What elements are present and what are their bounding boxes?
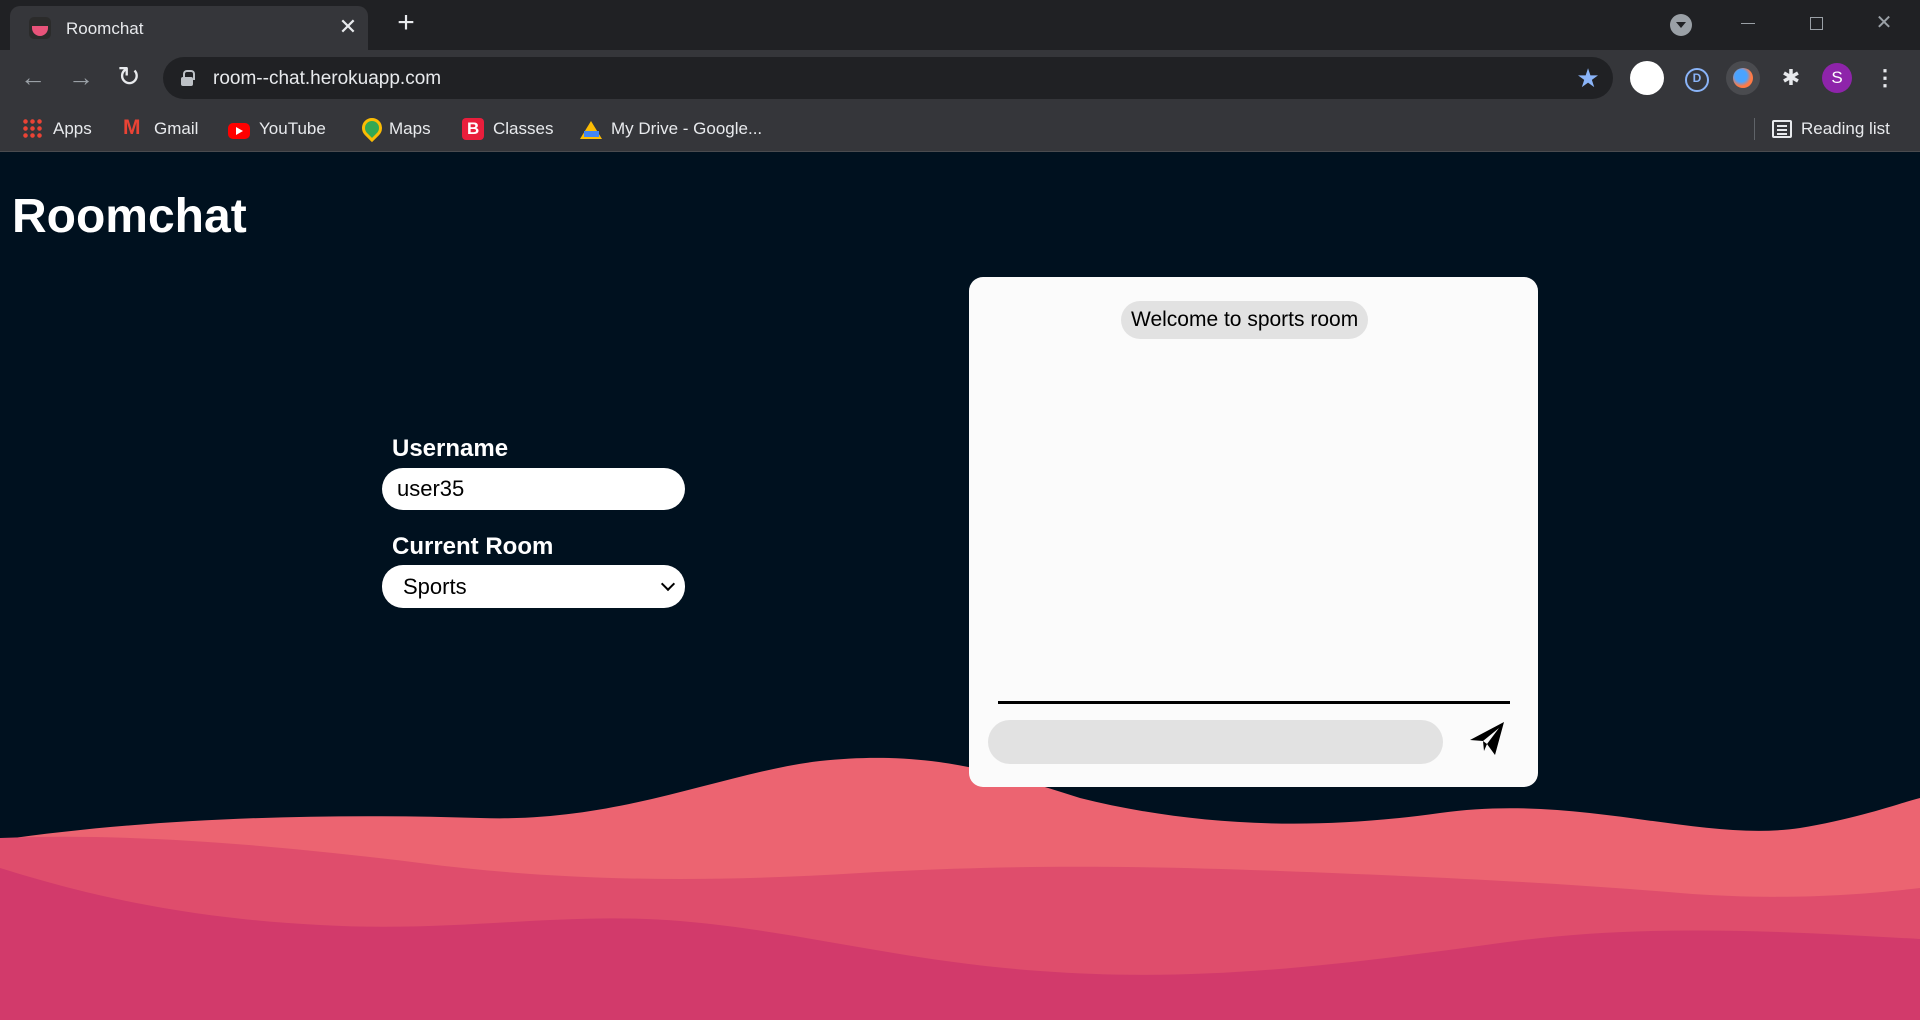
maps-pin-icon (358, 118, 380, 140)
reading-list-icon (1772, 120, 1792, 138)
bookmark-youtube[interactable]: YouTube (228, 116, 326, 142)
reload-icon[interactable]: ↻ (111, 60, 147, 96)
extension-white-icon[interactable] (1630, 61, 1664, 95)
wave-background (0, 757, 1920, 1020)
username-input[interactable] (382, 468, 685, 510)
reading-list-label: Reading list (1801, 119, 1890, 138)
back-arrow-icon[interactable]: ← (15, 60, 51, 96)
address-bar[interactable]: room--chat.herokuapp.com ★ (163, 57, 1613, 99)
reading-list-button[interactable]: Reading list (1772, 116, 1890, 142)
youtube-icon (228, 122, 250, 139)
username-label: Username (392, 435, 509, 462)
tab-close-icon[interactable]: ✕ (336, 15, 360, 39)
window-close-button[interactable]: ✕ (1868, 8, 1900, 38)
bookmark-maps[interactable]: Maps (358, 116, 431, 142)
bookmark-label: My Drive - Google... (611, 119, 763, 138)
profile-avatar[interactable]: S (1822, 63, 1852, 93)
tab-search-icon[interactable] (1670, 14, 1692, 36)
current-room-label: Current Room (392, 533, 554, 560)
url-text[interactable]: room--chat.herokuapp.com (213, 68, 441, 90)
bookmarks-divider (1754, 118, 1755, 140)
chat-divider (998, 701, 1510, 704)
bookmark-gmail[interactable]: Gmail (123, 116, 198, 142)
bookmark-apps[interactable]: Apps (22, 116, 92, 142)
google-drive-icon (580, 118, 602, 140)
bookmarks-bar: Apps Gmail YouTube Maps Classes My Drive… (0, 106, 1920, 152)
chat-panel: Welcome to sports room (969, 277, 1538, 787)
browser-tab-roomchat[interactable]: Roomchat ✕ (10, 6, 368, 50)
gmail-icon (123, 116, 145, 140)
chevron-down-icon (660, 576, 676, 592)
apps-grid-icon (22, 118, 44, 140)
bookmark-label: Apps (53, 119, 92, 138)
classes-b-icon (462, 118, 484, 140)
page-title: Roomchat (12, 190, 247, 243)
browser-menu-icon[interactable]: ⋮ (1874, 63, 1896, 93)
bookmark-label: YouTube (259, 119, 326, 138)
bookmark-classes[interactable]: Classes (462, 116, 553, 142)
browser-toolbar: ← → ↻ room--chat.herokuapp.com ★ ✱ S ⋮ (0, 50, 1920, 106)
bookmark-star-icon[interactable]: ★ (1573, 63, 1603, 93)
tab-title: Roomchat (66, 19, 144, 38)
roomchat-favicon-icon (29, 17, 51, 39)
new-tab-button[interactable]: + (392, 8, 420, 38)
bookmark-label: Classes (493, 119, 554, 138)
system-message: Welcome to sports room (1121, 301, 1369, 339)
window-restore-button[interactable] (1800, 8, 1832, 38)
room-select-value: Sports (403, 574, 467, 599)
send-icon[interactable] (1462, 713, 1512, 763)
forward-arrow-icon[interactable]: → (63, 60, 99, 96)
browser-tab-bar: Roomchat ✕ + ✕ (0, 0, 1920, 50)
bookmark-label: Gmail (154, 119, 199, 138)
bookmark-label: Maps (389, 119, 431, 138)
extension-globe-icon[interactable] (1726, 61, 1760, 95)
window-minimize-button[interactable] (1732, 8, 1764, 38)
message-input[interactable] (988, 720, 1443, 764)
room-select[interactable]: Sports (382, 565, 685, 608)
extension-d-icon[interactable] (1678, 61, 1712, 95)
roomchat-page: Roomchat Username Current Room Sports We… (0, 153, 1920, 1020)
extensions-puzzle-icon[interactable]: ✱ (1774, 61, 1808, 95)
lock-icon[interactable] (181, 70, 195, 86)
bookmark-my-drive[interactable]: My Drive - Google... (580, 116, 762, 142)
